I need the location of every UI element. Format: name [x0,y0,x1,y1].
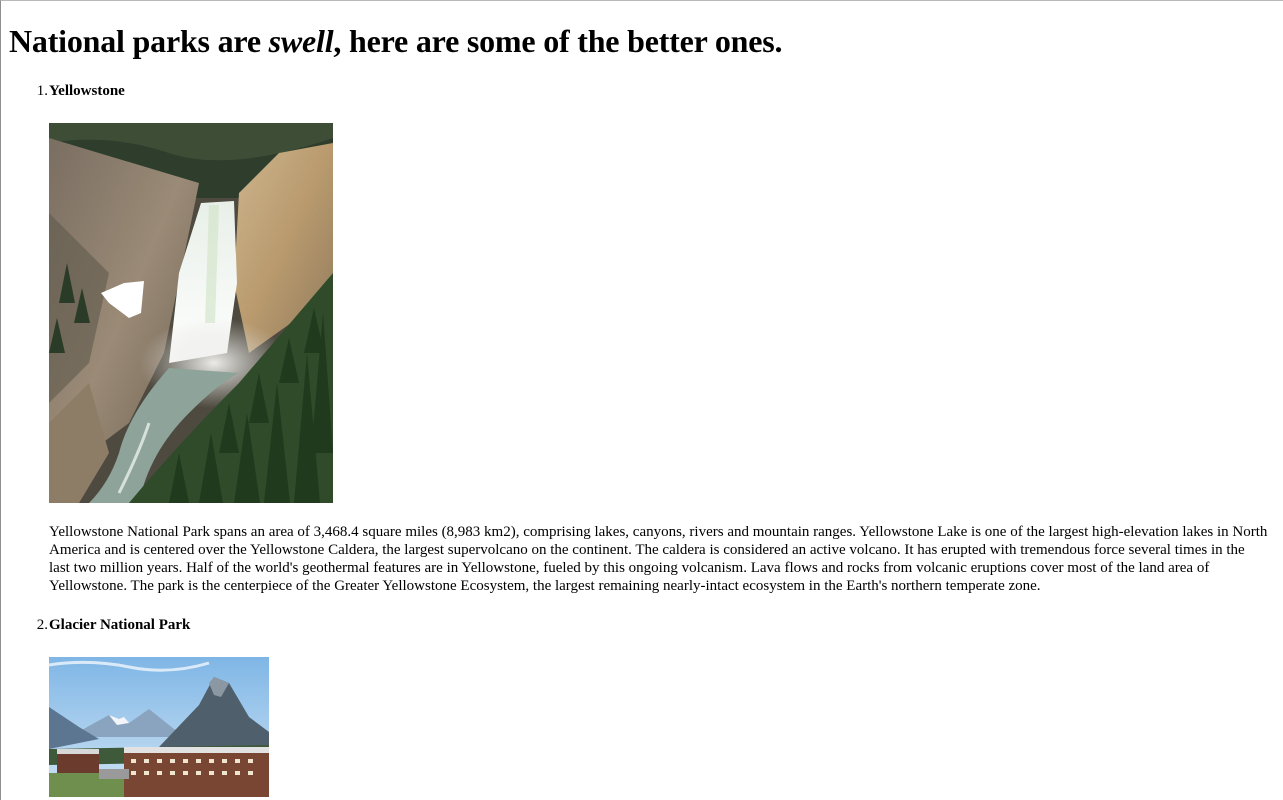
list-item: 1. Yellowstone Yellowstone National Park… [9,82,1275,595]
list-item: 2. Glacier National Park [9,616,1275,797]
park-description: Yellowstone National Park spans an area … [49,524,1268,594]
list-item-number: 2. [36,617,48,633]
title-text-end: , here are some of the better ones. [333,23,783,59]
title-emphasis: swell [268,23,334,59]
parks-list: 1. Yellowstone Yellowstone National Park… [9,82,1275,797]
glacier-photo [49,657,269,797]
title-text-start: National parks are [9,23,269,59]
park-name: Glacier National Park [49,617,191,633]
yellowstone-photo [49,123,333,503]
page-title: National parks are swell, here are some … [9,1,1275,61]
page: National parks are swell, here are some … [1,1,1283,797]
park-name: Yellowstone [49,83,125,99]
list-item-number: 1. [36,83,48,99]
